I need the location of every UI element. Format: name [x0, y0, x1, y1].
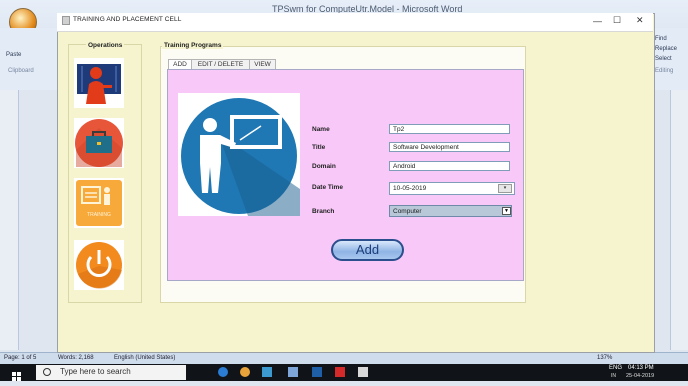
name-label: Name [312, 126, 330, 133]
vertical-scrollbar[interactable] [670, 90, 688, 350]
domain-label: Domain [312, 163, 336, 170]
select-button[interactable]: Select [655, 56, 672, 62]
search-icon [43, 368, 51, 376]
status-page[interactable]: Page: 1 of 5 [4, 355, 36, 361]
calendar-icon[interactable]: ▾ [498, 184, 512, 193]
domain-field[interactable]: Android [389, 161, 510, 171]
training-programs-title: Training Programs [162, 42, 224, 49]
replace-button[interactable]: Replace [655, 46, 677, 52]
training-button[interactable]: TRAINING [74, 178, 124, 228]
find-button[interactable]: Find [655, 36, 667, 42]
zoom-level[interactable]: 137% [597, 355, 612, 361]
power-icon [74, 240, 124, 290]
edge-icon[interactable] [218, 367, 228, 377]
java-app-icon[interactable] [358, 367, 368, 377]
minimize-button[interactable]: — [593, 16, 602, 26]
chrome-icon[interactable] [240, 367, 250, 377]
explorer-icon[interactable] [288, 367, 298, 377]
datetime-value: 10-05-2019 [393, 185, 427, 192]
windows-start-icon[interactable] [12, 368, 21, 381]
branch-value: Computer [393, 208, 422, 215]
maximize-button[interactable]: ☐ [613, 15, 621, 26]
chevron-down-icon[interactable]: ▼ [502, 207, 511, 215]
jobs-button[interactable] [74, 118, 124, 168]
editing-group-label: Editing [655, 68, 674, 74]
book-person-icon [74, 58, 124, 108]
close-button[interactable]: ✕ [636, 15, 644, 26]
datetime-label: Date Time [312, 184, 343, 191]
app-title: TRAINING AND PLACEMENT CELL [73, 16, 182, 23]
word-clipboard-group: Paste Clipboard [0, 28, 59, 90]
operations-title: Operations [86, 42, 125, 49]
status-language[interactable]: English (United States) [114, 355, 175, 361]
paste-button[interactable]: Paste [6, 52, 21, 58]
name-field[interactable]: Tp2 [389, 124, 510, 134]
trainer-illustration [178, 93, 300, 216]
store-icon[interactable] [262, 367, 272, 377]
datetime-picker[interactable]: 10-05-2019 [389, 182, 515, 195]
input-region[interactable]: IN [611, 373, 616, 379]
input-language[interactable]: ENG [609, 365, 622, 371]
branch-label: Branch [312, 208, 335, 215]
logout-button[interactable] [74, 240, 124, 290]
library-button[interactable] [74, 58, 124, 108]
clipboard-group-label: Clipboard [8, 68, 34, 74]
status-words[interactable]: Words: 2,168 [58, 355, 94, 361]
add-button[interactable]: Add [331, 239, 404, 261]
search-placeholder[interactable]: Type here to search [60, 367, 131, 376]
branch-select[interactable]: Computer [389, 205, 512, 217]
pdf-icon[interactable] [335, 367, 345, 377]
java-app-icon [62, 16, 70, 25]
training-label: TRAINING [87, 212, 111, 218]
training-icon [74, 178, 124, 228]
title-label: Title [312, 144, 326, 151]
clock-date[interactable]: 25-04-2019 [626, 373, 654, 379]
clock-time[interactable]: 04:13 PM [628, 365, 654, 371]
teacher-board-icon [181, 98, 300, 216]
title-field[interactable]: Software Development [389, 142, 510, 152]
vertical-ruler [0, 90, 19, 350]
briefcase-icon [74, 118, 124, 168]
app-icon[interactable] [312, 367, 322, 377]
